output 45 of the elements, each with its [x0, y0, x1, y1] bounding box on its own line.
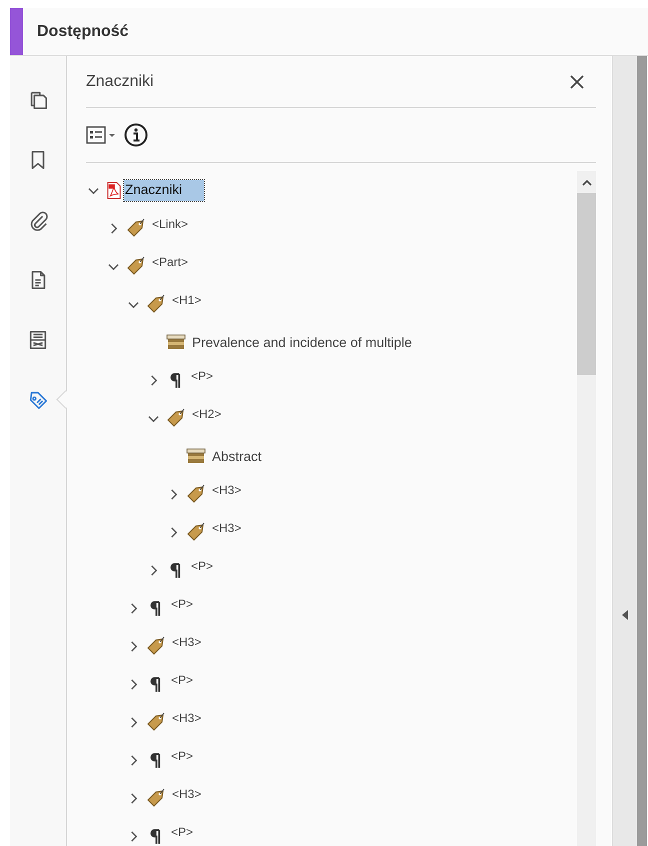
- tag-icon: [126, 256, 146, 276]
- tree-item[interactable]: <H3>: [172, 787, 202, 801]
- tree-item[interactable]: <H2>: [192, 407, 222, 421]
- tree-item[interactable]: <P>: [171, 825, 194, 839]
- tree-item[interactable]: <P>: [171, 597, 194, 611]
- box-icon: [166, 333, 186, 351]
- options-menu-icon[interactable]: [86, 126, 116, 144]
- tag-icon: [166, 408, 186, 428]
- tree-item[interactable]: <Part>: [152, 255, 188, 269]
- tree-item[interactable]: <H1>: [172, 293, 202, 307]
- pilcrow-icon: [170, 372, 181, 388]
- scroll-up-icon[interactable]: [582, 180, 592, 186]
- tree-item[interactable]: <H3>: [172, 711, 202, 725]
- tree-item[interactable]: <H3>: [212, 521, 242, 535]
- tree-item[interactable]: Znaczniki: [124, 180, 204, 200]
- tree-item[interactable]: <H3>: [172, 635, 202, 649]
- panel-title: Znaczniki: [86, 72, 154, 90]
- tree-item[interactable]: <P>: [171, 673, 194, 687]
- tree-item[interactable]: <P>: [171, 749, 194, 763]
- tag-icon: [186, 522, 206, 542]
- pdf-file-icon: [106, 180, 122, 200]
- pilcrow-icon: [150, 828, 161, 844]
- pilcrow-icon: [150, 676, 161, 692]
- tag-icon: [146, 712, 166, 732]
- collapse-arrow-icon[interactable]: [622, 610, 628, 620]
- tag-icon: [186, 484, 206, 504]
- pilcrow-icon: [150, 600, 161, 616]
- tree-item[interactable]: Prevalence and incidence of multiple: [192, 334, 412, 350]
- pilcrow-icon: [150, 752, 161, 768]
- tag-icon: [146, 636, 166, 656]
- pane-title: Dostępność: [37, 22, 129, 40]
- tree-item[interactable]: <H3>: [212, 483, 242, 497]
- pilcrow-icon: [170, 562, 181, 578]
- tree-item[interactable]: <Link>: [152, 217, 188, 231]
- close-icon[interactable]: [570, 74, 584, 88]
- tree-item[interactable]: <P>: [191, 559, 214, 573]
- box-icon: [186, 447, 206, 465]
- scrollbar-thumb[interactable]: [577, 193, 596, 375]
- tag-icon: [146, 294, 166, 314]
- tree-item[interactable]: Abstract: [212, 448, 262, 464]
- tag-icon: [126, 218, 146, 238]
- tree-item[interactable]: <P>: [191, 369, 214, 383]
- tag-icon: [146, 788, 166, 808]
- info-icon[interactable]: [124, 123, 148, 147]
- accent-bar: [10, 8, 23, 55]
